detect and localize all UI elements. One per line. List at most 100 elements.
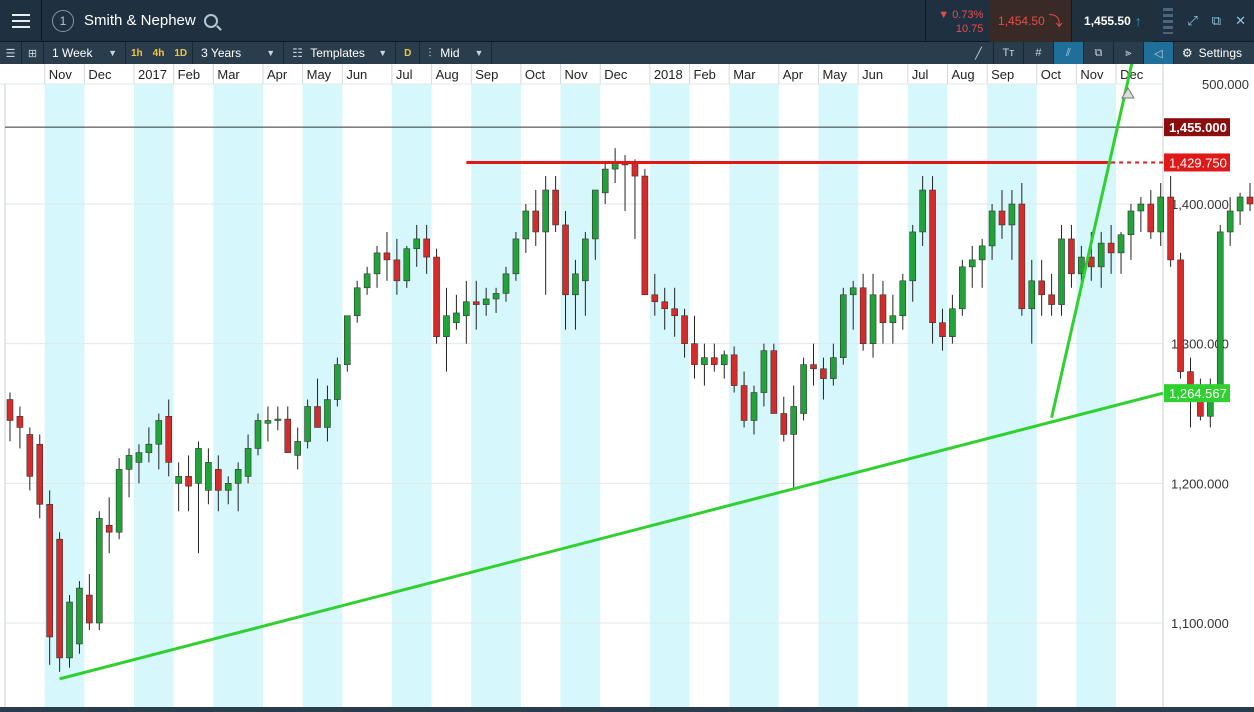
candle[interactable] (165, 415, 173, 463)
sell-button[interactable]: 1,454.50 ⤵ (989, 0, 1072, 42)
candle[interactable] (66, 601, 73, 659)
candle[interactable] (939, 322, 946, 337)
price-chart[interactable]: Nov Dec 2017 Feb Mar Apr May Jun Jul Aug Sep Oct Nov… (0, 0, 1254, 712)
price-type-select[interactable]: ⫶ Mid ▼ (420, 42, 493, 64)
candle[interactable] (324, 399, 331, 428)
candle[interactable] (86, 594, 93, 624)
instrument-title[interactable]: Smith & Nephew (84, 12, 196, 29)
line-tool-icon[interactable]: ╱ (964, 42, 994, 64)
candle[interactable] (869, 294, 877, 344)
candle[interactable] (294, 441, 301, 456)
candle[interactable] (691, 343, 698, 365)
candle[interactable] (810, 364, 817, 370)
candle[interactable] (264, 420, 272, 424)
list-icon[interactable]: ☰ (0, 42, 22, 64)
search-icon[interactable] (203, 13, 218, 28)
candle[interactable] (631, 161, 639, 177)
candle[interactable] (363, 273, 371, 289)
menu-icon[interactable] (0, 0, 42, 42)
candle[interactable] (105, 524, 113, 533)
candle[interactable] (601, 168, 609, 194)
candle[interactable] (661, 301, 669, 310)
candle[interactable] (820, 368, 827, 379)
daily-badge[interactable]: D (396, 42, 421, 64)
candle[interactable] (16, 415, 24, 428)
templates-select[interactable]: ☷ Templates ▼ (284, 42, 397, 64)
candle[interactable] (988, 210, 996, 247)
timeframe-1d[interactable]: 1D (169, 42, 192, 64)
candle[interactable] (1157, 196, 1165, 233)
bottom-scroll-strip[interactable] (0, 707, 1254, 712)
candle[interactable] (730, 354, 738, 386)
candle[interactable] (1097, 242, 1105, 268)
chart-canvas[interactable]: Nov Dec 2017 Feb Mar Apr May Jun Jul Aug Sep Oct Nov… (0, 0, 1254, 712)
candle[interactable] (711, 357, 718, 365)
timeframe-4h[interactable]: 4h (148, 42, 170, 64)
candle[interactable] (1236, 196, 1244, 212)
candle[interactable] (155, 420, 163, 445)
candle[interactable] (334, 364, 341, 400)
candle[interactable] (115, 469, 123, 533)
candle[interactable] (205, 462, 212, 491)
candle[interactable] (681, 315, 688, 344)
candle[interactable] (929, 189, 936, 324)
candle[interactable] (800, 364, 807, 414)
candle[interactable] (1107, 242, 1115, 254)
candle[interactable] (95, 517, 103, 624)
candle[interactable] (879, 294, 887, 324)
candle[interactable] (780, 413, 788, 435)
candle[interactable] (770, 350, 778, 414)
candle[interactable] (46, 503, 53, 638)
candle[interactable] (750, 392, 758, 421)
candle[interactable] (314, 406, 321, 428)
candle[interactable] (641, 175, 649, 296)
candle[interactable] (135, 452, 143, 463)
candle[interactable] (1008, 203, 1016, 226)
candle[interactable] (859, 287, 867, 344)
candle[interactable] (1038, 280, 1045, 296)
candle[interactable] (304, 406, 311, 442)
interval-select[interactable]: 1 Week ▼ (44, 42, 126, 64)
candle[interactable] (463, 301, 470, 317)
candle[interactable] (909, 231, 917, 282)
candle[interactable] (195, 448, 202, 484)
candle[interactable] (849, 287, 857, 296)
candle[interactable] (502, 273, 510, 294)
close-icon[interactable]: ✕ (1235, 13, 1246, 29)
candle[interactable] (383, 252, 391, 261)
candle[interactable] (889, 315, 897, 324)
candle[interactable] (175, 476, 182, 484)
candle[interactable] (413, 238, 421, 249)
candle[interactable] (343, 315, 351, 365)
candle[interactable] (740, 385, 748, 421)
candle[interactable] (1246, 196, 1254, 205)
candle[interactable] (998, 210, 1006, 226)
popout-icon[interactable]: ⧉ (1212, 13, 1221, 29)
trendline-tool-icon[interactable]: ⫽ (1053, 42, 1084, 64)
candle[interactable] (26, 434, 34, 477)
candle[interactable] (1068, 238, 1075, 275)
candle[interactable] (790, 406, 797, 435)
buy-button[interactable]: 1,455.50 ↑ (1071, 0, 1154, 42)
candle[interactable] (1167, 196, 1174, 261)
candle[interactable] (582, 238, 589, 282)
candle[interactable] (403, 248, 411, 282)
candle[interactable] (472, 301, 480, 305)
candle[interactable] (701, 357, 708, 365)
candle[interactable] (423, 238, 430, 258)
range-select[interactable]: 3 Years ▼ (192, 42, 285, 64)
text-tool-icon[interactable]: Tт (994, 42, 1024, 64)
candle[interactable] (284, 418, 292, 453)
candle[interactable] (959, 266, 966, 310)
candle[interactable] (125, 455, 133, 470)
candle[interactable] (224, 483, 232, 491)
tag-icon[interactable]: ◁ (1143, 42, 1174, 64)
candle[interactable] (393, 259, 401, 282)
candle[interactable] (145, 443, 153, 453)
candle[interactable] (1048, 294, 1055, 305)
candle[interactable] (899, 280, 907, 317)
grid-icon[interactable]: # (1024, 42, 1054, 64)
candle[interactable] (1137, 203, 1145, 212)
candle[interactable] (482, 298, 490, 305)
candle[interactable] (512, 238, 520, 275)
